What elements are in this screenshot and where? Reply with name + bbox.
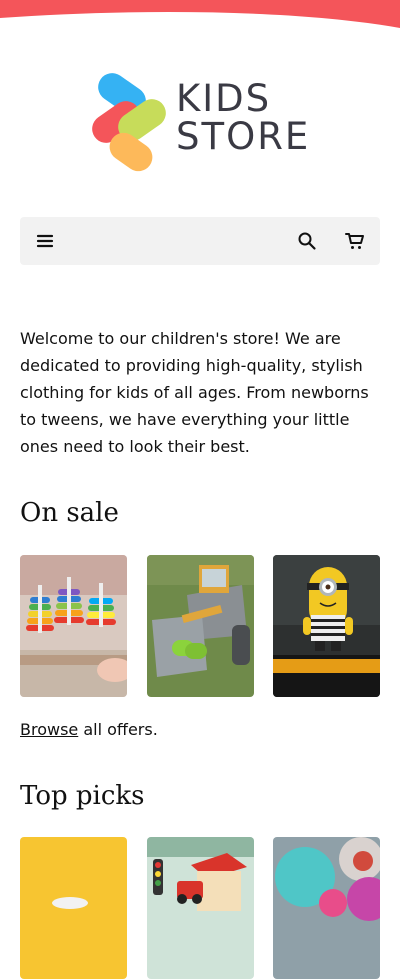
yellow-toy-image [20,837,127,979]
nav-bar [20,217,380,265]
search-icon[interactable] [295,229,319,253]
logo-mark-icon [92,73,166,172]
pick-product-1[interactable] [20,837,127,979]
felt-balls-image [273,837,380,979]
toy-bulldozer-image [147,555,254,697]
on-sale-heading: On sale [20,498,119,528]
toy-train-image [147,837,254,979]
hamburger-menu-icon[interactable] [33,229,57,253]
pick-product-3[interactable] [273,837,380,979]
logo-wordmark: KIDS STORE [176,80,310,156]
logo-line-2: STORE [176,115,311,158]
sale-product-2[interactable] [147,555,254,697]
logo-line-1: KIDS [176,77,272,120]
cart-icon[interactable] [343,229,367,253]
browse-offers-text: Browse all offers. [20,718,158,742]
store-logo[interactable]: KIDS STORE [86,66,318,172]
stacking-rings-image [20,555,127,697]
browse-link[interactable]: Browse [20,720,78,739]
intro-paragraph: Welcome to our children's store! We are … [20,329,369,456]
header-wave [0,0,400,28]
minion-figure-image [273,555,380,697]
top-picks-heading: Top picks [20,781,145,811]
pick-product-2[interactable] [147,837,254,979]
sale-product-1[interactable] [20,555,127,697]
sale-product-3[interactable] [273,555,380,697]
browse-rest-text: all offers. [78,720,158,739]
